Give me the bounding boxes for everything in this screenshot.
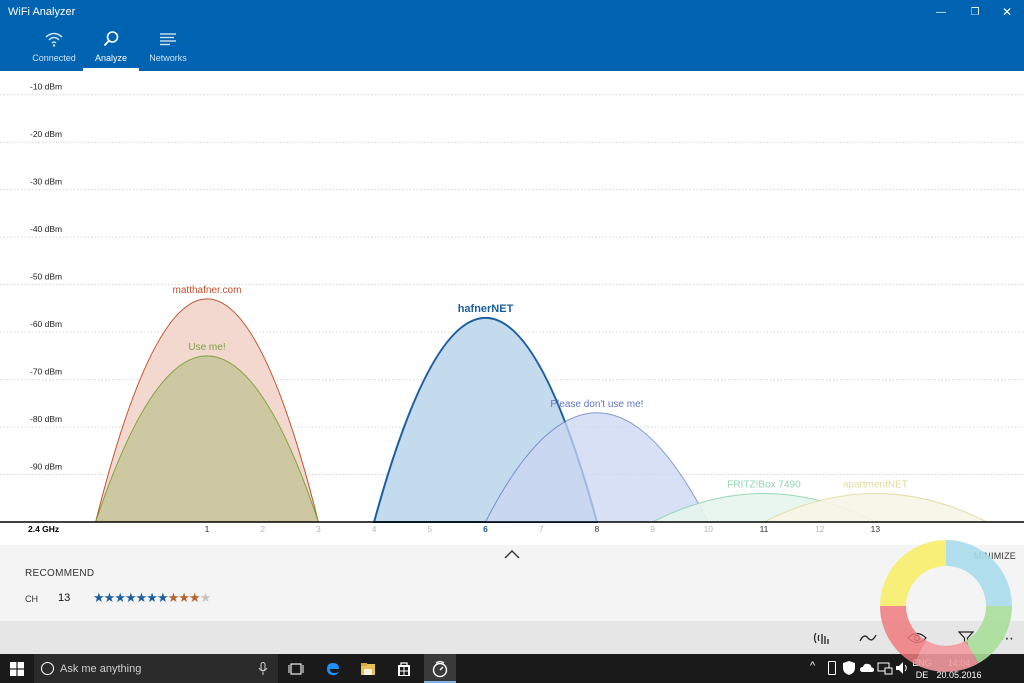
tab-connected-label: Connected [32,53,76,63]
rating-star-icon: ★ [199,590,212,605]
y-tick-label: -50 dBm [30,272,62,282]
windows-taskbar: Ask me anything ^ ENG DE 14:04 20.05.201… [0,654,1024,683]
file-explorer-icon[interactable] [358,659,378,679]
channel-rating-stars: ★★★★★★★★★★★ [93,590,212,606]
x-tick-label: 3 [316,524,321,534]
x-tick-label: 11 [760,524,769,534]
network-curve [94,355,320,523]
microphone-icon[interactable] [258,662,268,676]
network-label: Use me! [188,342,225,353]
edge-browser-icon[interactable] [323,659,343,679]
magnifier-icon [103,31,119,47]
recommend-panel: MINIMIZE RECOMMEND CH 13 ★★★★★★★★★★★ [0,545,1024,621]
title-bar: WiFi Analyzer — ❐ ✕ [0,0,1024,24]
tab-connected[interactable]: Connected [26,24,82,71]
list-icon [160,33,176,46]
recommend-label: RECOMMEND [25,568,95,579]
network-label: Please don't use me! [550,399,643,410]
rating-star-icon: ★ [156,590,169,605]
channel-label: CH [25,594,38,604]
wifi-analyzer-app-icon [432,660,448,678]
recommended-channel-value: 13 [58,592,71,604]
x-tick-label: 4 [372,524,377,534]
x-tick-label: 12 [815,524,825,534]
wifi-analyzer-taskbar-button[interactable] [424,654,456,683]
y-tick-label: -60 dBm [30,319,62,329]
signal-bars-button[interactable] [811,627,833,649]
network-label: apartmentNET [843,480,908,491]
x-tick-label: 1 [205,524,210,534]
y-tick-label: -30 dBm [30,177,62,187]
rating-star-icon: ★ [146,590,158,605]
onedrive-cloud-icon[interactable] [859,661,875,675]
cortana-search-box[interactable]: Ask me anything [34,654,278,683]
channel-graph: -10 dBm -20 dBm -30 dBm -40 dBm -50 dBm -60 d… [0,71,1024,545]
minimize-window-button[interactable]: — [924,0,958,24]
rating-star-icon: ★ [103,590,116,605]
x-tick-label: 2 [260,524,265,534]
windows-start-icon[interactable] [10,662,24,676]
x-tick-label: 8 [595,524,600,534]
phone-icon[interactable] [826,660,838,676]
store-icon[interactable] [394,659,414,679]
tab-analyze[interactable]: Analyze [83,24,139,71]
rating-star-icon: ★ [178,590,190,605]
y-tick-label: -80 dBm [30,414,62,424]
y-tick-label: -20 dBm [30,129,62,139]
rating-star-icon: ★ [124,590,137,605]
rating-star-icon: ★ [188,590,201,605]
y-tick-label: -40 dBm [30,224,62,234]
colorful-ring-logo [880,540,1012,672]
channel-graph-svg: -10 dBm -20 dBm -30 dBm -40 dBm -50 dBm -60 d… [0,82,1024,534]
window-title: WiFi Analyzer [8,6,76,18]
wifi-icon [45,32,63,47]
wifi-analyzer-window: WiFi Analyzer — ❐ ✕ Connected Analyze Ne… [0,0,1024,654]
cortana-icon [41,662,54,675]
tab-analyze-label: Analyze [94,53,128,63]
minimize-glyph: — [936,6,946,18]
close-glyph: ✕ [1001,5,1013,19]
tab-networks-label: Networks [149,53,187,63]
nav-bar: Connected Analyze Networks [0,24,1024,71]
rating-star-icon: ★ [167,590,180,605]
restore-window-button[interactable]: ❐ [958,0,992,24]
y-tick-label: -70 dBm [30,367,62,377]
y-tick-label: -10 dBm [30,82,62,92]
network-label: hafnerNET [458,303,514,315]
tab-networks[interactable]: Networks [140,24,196,71]
task-view-icon[interactable] [286,659,306,679]
signal-bars-icon [813,632,829,644]
band-label: 2.4 GHz [28,524,59,534]
tray-chevron-up-icon[interactable]: ^ [810,660,815,672]
chevron-up-icon[interactable] [504,549,520,559]
network-label: matthafner.com [173,285,242,296]
x-tick-label: 7 [539,524,544,534]
x-tick-label: 9 [650,524,655,534]
network-label: FRITZ!Box 7490 [727,480,801,491]
x-tick-label: 13 [871,524,881,534]
rating-star-icon: ★ [114,590,126,605]
search-placeholder: Ask me anything [60,663,142,675]
x-tick-label: 10 [704,524,714,534]
wave-icon [859,634,877,642]
restore-glyph: ❐ [970,6,980,18]
x-tick-label: 5 [427,524,432,534]
y-tick-label: -90 dBm [30,462,62,472]
rating-star-icon: ★ [93,590,105,605]
x-tick-label: 6 [483,524,488,534]
close-window-button[interactable]: ✕ [990,0,1024,24]
rating-star-icon: ★ [135,590,148,605]
command-bar: ⋯ [0,621,1024,654]
security-shield-icon[interactable] [842,660,856,676]
